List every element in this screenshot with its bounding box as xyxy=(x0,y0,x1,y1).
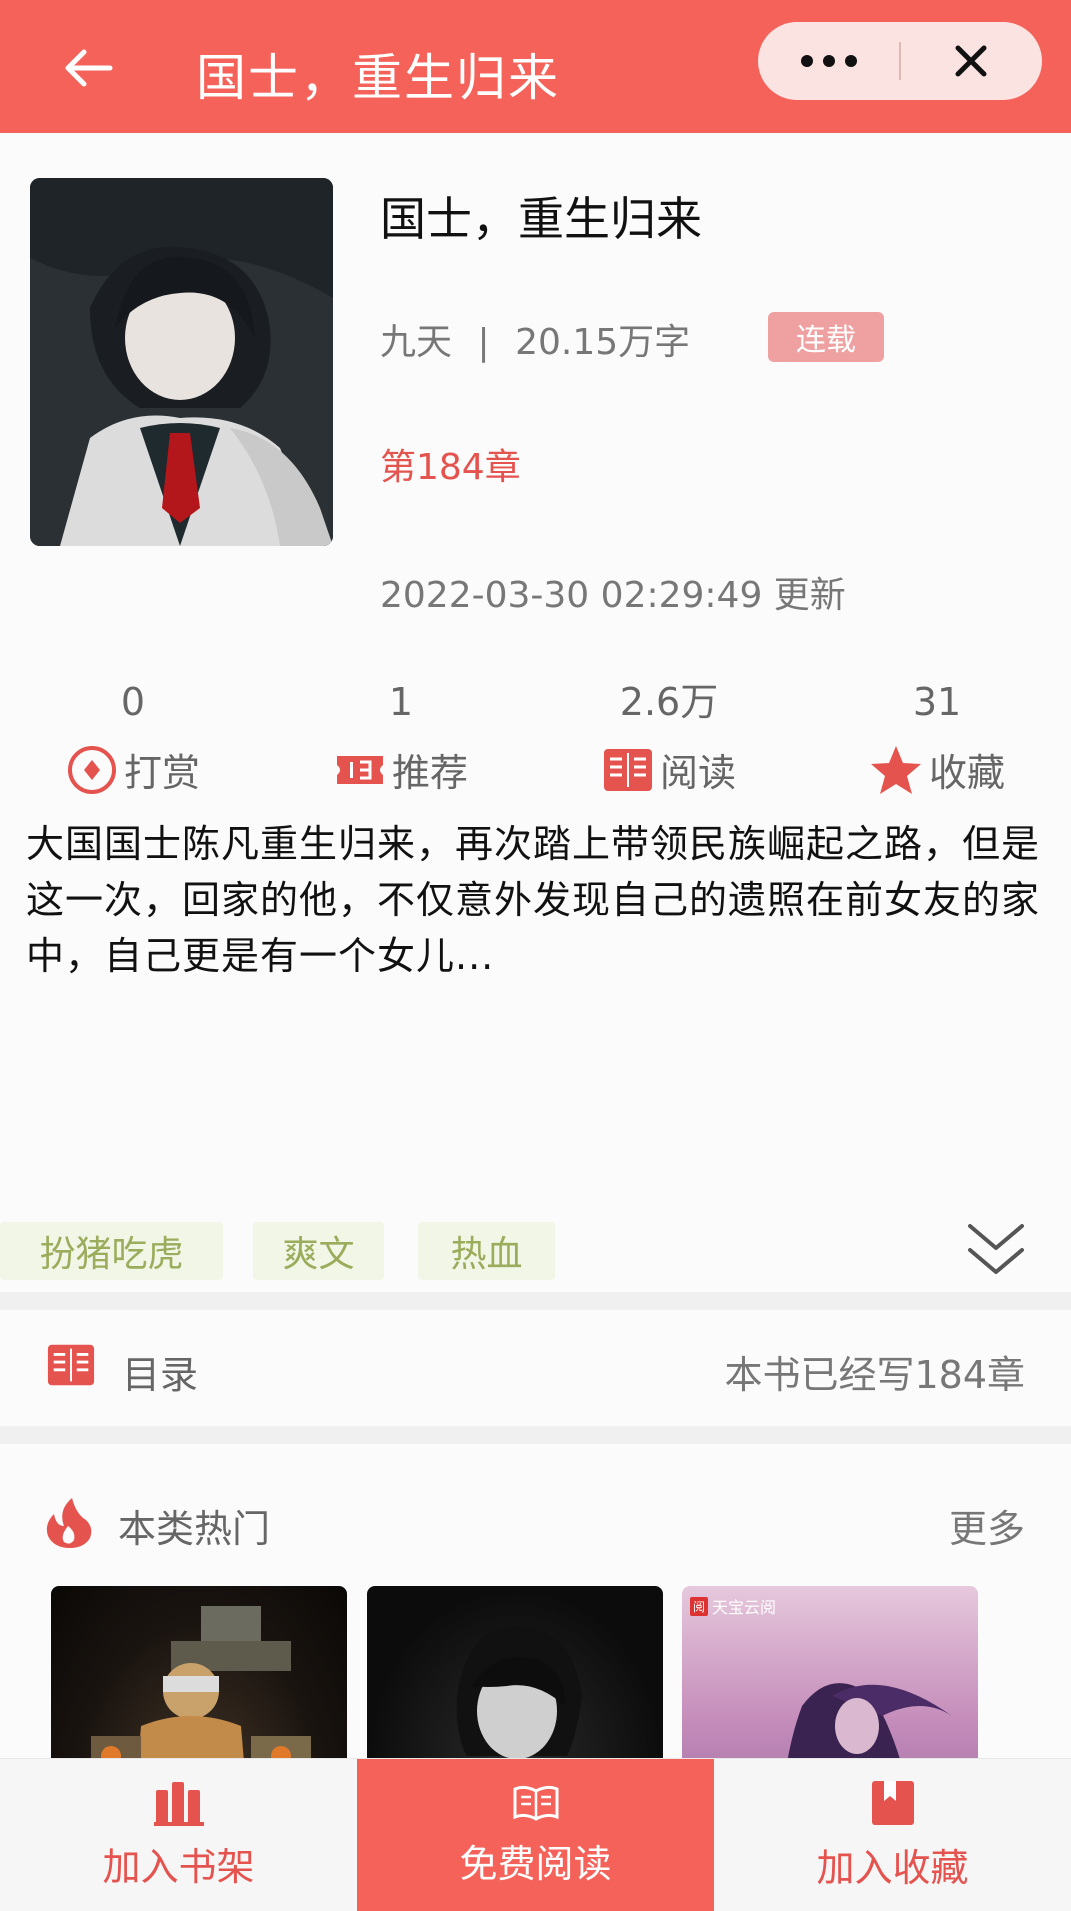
book-title: 国士，重生归来 xyxy=(380,192,702,246)
flame-icon xyxy=(46,1498,92,1548)
back-button[interactable] xyxy=(56,36,120,100)
stat-recommend-value: 1 xyxy=(388,680,414,724)
more-button[interactable] xyxy=(758,22,900,100)
add-to-shelf-button[interactable]: 加入书架 xyxy=(0,1759,357,1911)
tag-item[interactable]: 扮猪吃虎 xyxy=(0,1222,223,1280)
stat-reward-label: 打赏 xyxy=(123,751,200,795)
top-nav-bar: 国士，重生归来 xyxy=(0,0,1071,133)
bottom-action-bar: 加入书架 免费阅读 加入收藏 xyxy=(0,1758,1071,1911)
book-meta: 九天 | 20.15万字 xyxy=(380,313,690,365)
page-title: 国士，重生归来 xyxy=(196,49,560,107)
book-cover[interactable] xyxy=(30,178,333,546)
stat-reward-value: 0 xyxy=(120,680,146,724)
chevron-double-down-icon[interactable] xyxy=(964,1220,1028,1282)
cover-illustration xyxy=(30,178,333,546)
add-to-shelf-label: 加入书架 xyxy=(102,1845,255,1889)
stat-read-value: 2.6万 xyxy=(619,680,719,724)
toc-chapter-count: 本书已经写184章 xyxy=(724,1353,1025,1397)
stat-read-label: 阅读 xyxy=(659,751,736,795)
stat-recommend[interactable]: 1 推荐 xyxy=(291,678,511,797)
stat-reward[interactable]: 0 打赏 xyxy=(23,678,243,797)
stat-recommend-label: 推荐 xyxy=(391,751,468,795)
book-open-outline-icon xyxy=(513,1785,558,1821)
hot-section-title: 本类热门 xyxy=(118,1507,271,1551)
table-of-contents-row[interactable]: 目录 本书已经写184章 xyxy=(0,1310,1071,1426)
tag-item[interactable]: 热血 xyxy=(418,1222,555,1280)
tag-item[interactable]: 爽文 xyxy=(253,1222,384,1280)
stat-favorite-label: 收藏 xyxy=(928,751,1005,795)
book-open-icon xyxy=(47,1344,95,1386)
word-count: 20.15万字 xyxy=(515,322,691,363)
free-read-button[interactable]: 免费阅读 xyxy=(357,1759,714,1911)
ticket-icon xyxy=(336,755,383,784)
book-open-icon xyxy=(603,748,652,791)
mini-program-capsule xyxy=(758,22,1042,100)
bookmark-book-icon xyxy=(871,1781,914,1825)
stat-favorite-value: 31 xyxy=(912,680,962,724)
latest-chapter-link[interactable]: 第184章 xyxy=(380,438,521,490)
free-read-label: 免费阅读 xyxy=(459,1842,612,1886)
book-synopsis[interactable]: 大国国士陈凡重生归来，再次踏上带领民族崛起之路，但是这一次，回家的他，不仅意外发… xyxy=(26,816,1046,984)
reward-icon xyxy=(67,745,116,794)
bookshelf-icon xyxy=(153,1782,204,1826)
more-dots-icon xyxy=(801,55,857,67)
status-badge: 连载 xyxy=(768,312,884,362)
add-to-favorite-button[interactable]: 加入收藏 xyxy=(714,1759,1071,1911)
toc-label: 目录 xyxy=(122,1353,199,1397)
stat-favorite[interactable]: 31 收藏 xyxy=(827,678,1047,797)
arrow-left-icon xyxy=(65,49,113,87)
update-time: 2022-03-30 02:29:49 更新 xyxy=(380,566,846,618)
meta-separator: | xyxy=(477,322,490,363)
hot-more-link[interactable]: 更多 xyxy=(949,1498,1025,1553)
add-to-favorite-label: 加入收藏 xyxy=(816,1846,969,1890)
close-icon xyxy=(955,45,987,77)
stat-read[interactable]: 2.6万 阅读 xyxy=(559,678,779,797)
section-divider xyxy=(0,1292,1071,1310)
update-suffix: 更新 xyxy=(773,575,846,616)
update-timestamp: 2022-03-30 02:29:49 xyxy=(380,575,763,616)
author-name[interactable]: 九天 xyxy=(380,322,452,363)
close-button[interactable] xyxy=(900,22,1042,100)
section-divider xyxy=(0,1426,1071,1444)
star-icon xyxy=(870,745,921,794)
